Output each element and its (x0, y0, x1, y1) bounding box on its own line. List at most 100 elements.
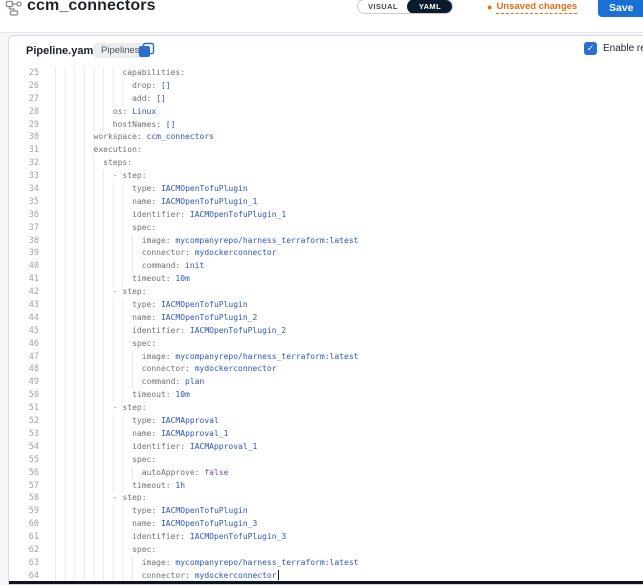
code-line[interactable]: 62spec: (9, 544, 643, 557)
code-line[interactable]: 61identifier: IACMOpenTofuPlugin_3 (9, 531, 643, 544)
code-line[interactable]: 28os: Linux (9, 106, 643, 119)
copy-icon[interactable] (138, 42, 155, 59)
code-line[interactable]: 38image: mycompanyrepo/harness_terraform… (9, 235, 643, 248)
line-number: 28 (9, 106, 39, 119)
line-number: 47 (9, 351, 39, 364)
line-number: 43 (9, 299, 39, 312)
code-line[interactable]: 36identifier: IACMOpenTofuPlugin_1 (9, 209, 643, 222)
code-text: type: IACMApproval (39, 415, 219, 428)
code-text: command: init (39, 260, 204, 273)
code-line[interactable]: 33- step: (9, 170, 643, 183)
line-number: 29 (9, 119, 39, 132)
line-number: 53 (9, 428, 39, 441)
line-number: 40 (9, 260, 39, 273)
code-line[interactable]: 41timeout: 10m (9, 273, 643, 286)
unsaved-changes-link[interactable]: ● Unsaved changes (487, 1, 577, 14)
code-text: name: IACMApproval_1 (39, 428, 228, 441)
code-text: identifier: IACMOpenTofuPlugin_3 (39, 531, 286, 544)
toggle-yaml[interactable]: YAML (407, 0, 453, 14)
save-split-button[interactable]: Save (598, 0, 643, 17)
unsaved-dot-icon: ● (487, 3, 492, 12)
code-line[interactable]: 52type: IACMApproval (9, 415, 643, 428)
code-line[interactable]: 34type: IACMOpenTofuPlugin (9, 183, 643, 196)
code-text: add: [] (39, 93, 166, 106)
code-line[interactable]: 51- step: (9, 402, 643, 415)
code-line[interactable]: 32steps: (9, 157, 643, 170)
code-text: image: mycompanyrepo/harness_terraform:l… (39, 557, 358, 570)
line-number: 27 (9, 93, 39, 106)
line-number: 60 (9, 518, 39, 531)
code-text: identifier: IACMOpenTofuPlugin_1 (39, 209, 286, 222)
code-line[interactable]: 46spec: (9, 338, 643, 351)
code-text: autoApprove: false (39, 467, 228, 480)
code-line[interactable]: 53name: IACMApproval_1 (9, 428, 643, 441)
code-line[interactable]: 30workspace: ccm_connectors (9, 131, 643, 144)
code-text: name: IACMOpenTofuPlugin_3 (39, 518, 257, 531)
enable-read-control[interactable]: ✓ Enable read/ (584, 42, 643, 55)
code-text: hostNames: [] (39, 119, 175, 132)
code-line[interactable]: 49command: plan (9, 376, 643, 389)
line-number: 63 (9, 557, 39, 570)
code-line[interactable]: 26drop: [] (9, 80, 643, 93)
code-text: execution: (39, 144, 142, 157)
code-text: identifier: IACMApproval_1 (39, 441, 257, 454)
visual-yaml-toggle[interactable]: VISUAL YAML (357, 0, 453, 14)
code-line[interactable]: 35name: IACMOpenTofuPlugin_1 (9, 196, 643, 209)
enable-read-checkbox[interactable]: ✓ (584, 42, 597, 55)
code-text: image: mycompanyrepo/harness_terraform:l… (39, 351, 358, 364)
code-line[interactable]: 42- step: (9, 286, 643, 299)
code-line[interactable]: 54identifier: IACMApproval_1 (9, 441, 643, 454)
line-number: 38 (9, 235, 39, 248)
yaml-code-editor[interactable]: 25capabilities:26drop: []27add: []28os: … (9, 67, 643, 583)
yaml-editor-panel: Pipeline.yaml Pipelines ✓ Enable read/ 2… (8, 35, 643, 585)
code-text: os: Linux (39, 106, 156, 119)
line-number: 51 (9, 402, 39, 415)
code-line[interactable]: 45identifier: IACMOpenTofuPlugin_2 (9, 325, 643, 338)
code-line[interactable]: 27add: [] (9, 93, 643, 106)
line-number: 62 (9, 544, 39, 557)
code-line[interactable]: 29hostNames: [] (9, 119, 643, 132)
code-line[interactable]: 39connector: mydockerconnector (9, 247, 643, 260)
code-line[interactable]: 25capabilities: (9, 67, 643, 80)
file-name: Pipeline.yaml (26, 45, 96, 57)
line-number: 46 (9, 338, 39, 351)
line-number: 57 (9, 480, 39, 493)
unsaved-changes-label[interactable]: Unsaved changes (496, 1, 577, 14)
enable-read-label: Enable read/ (603, 43, 643, 54)
code-text: timeout: 10m (39, 273, 190, 286)
toggle-visual[interactable]: VISUAL (358, 0, 408, 13)
code-line[interactable]: 59type: IACMOpenTofuPlugin (9, 505, 643, 518)
line-number: 32 (9, 157, 39, 170)
code-line[interactable]: 37spec: (9, 222, 643, 235)
code-text: timeout: 10m (39, 389, 190, 402)
code-line[interactable]: 44name: IACMOpenTofuPlugin_2 (9, 312, 643, 325)
code-text: spec: (39, 338, 156, 351)
code-line[interactable]: 50timeout: 10m (9, 389, 643, 402)
code-line[interactable]: 63image: mycompanyrepo/harness_terraform… (9, 557, 643, 570)
code-line[interactable]: 56autoApprove: false (9, 467, 643, 480)
code-line[interactable]: 43type: IACMOpenTofuPlugin (9, 299, 643, 312)
line-number: 44 (9, 312, 39, 325)
code-line[interactable]: 58- step: (9, 492, 643, 505)
page-title: ccm_connectors (27, 0, 156, 15)
code-text: workspace: ccm_connectors (39, 131, 214, 144)
code-text: name: IACMOpenTofuPlugin_2 (39, 312, 257, 325)
line-number: 61 (9, 531, 39, 544)
code-text: connector: mydockerconnector (39, 363, 277, 376)
code-line[interactable]: 55spec: (9, 454, 643, 467)
code-text: spec: (39, 454, 156, 467)
code-lines: 25capabilities:26drop: []27add: []28os: … (9, 67, 643, 583)
code-line[interactable]: 40command: init (9, 260, 643, 273)
code-line[interactable]: 60name: IACMOpenTofuPlugin_3 (9, 518, 643, 531)
code-text: identifier: IACMOpenTofuPlugin_2 (39, 325, 286, 338)
editor-toolbar: Pipeline.yaml Pipelines ✓ Enable read/ (9, 36, 643, 67)
code-text: - step: (39, 492, 147, 505)
line-number: 34 (9, 183, 39, 196)
code-line[interactable]: 48connector: mydockerconnector (9, 363, 643, 376)
code-line[interactable]: 47image: mycompanyrepo/harness_terraform… (9, 351, 643, 364)
save-button[interactable]: Save (598, 0, 643, 14)
line-number: 30 (9, 131, 39, 144)
line-number: 50 (9, 389, 39, 402)
code-line[interactable]: 57timeout: 1h (9, 480, 643, 493)
code-line[interactable]: 31execution: (9, 144, 643, 157)
